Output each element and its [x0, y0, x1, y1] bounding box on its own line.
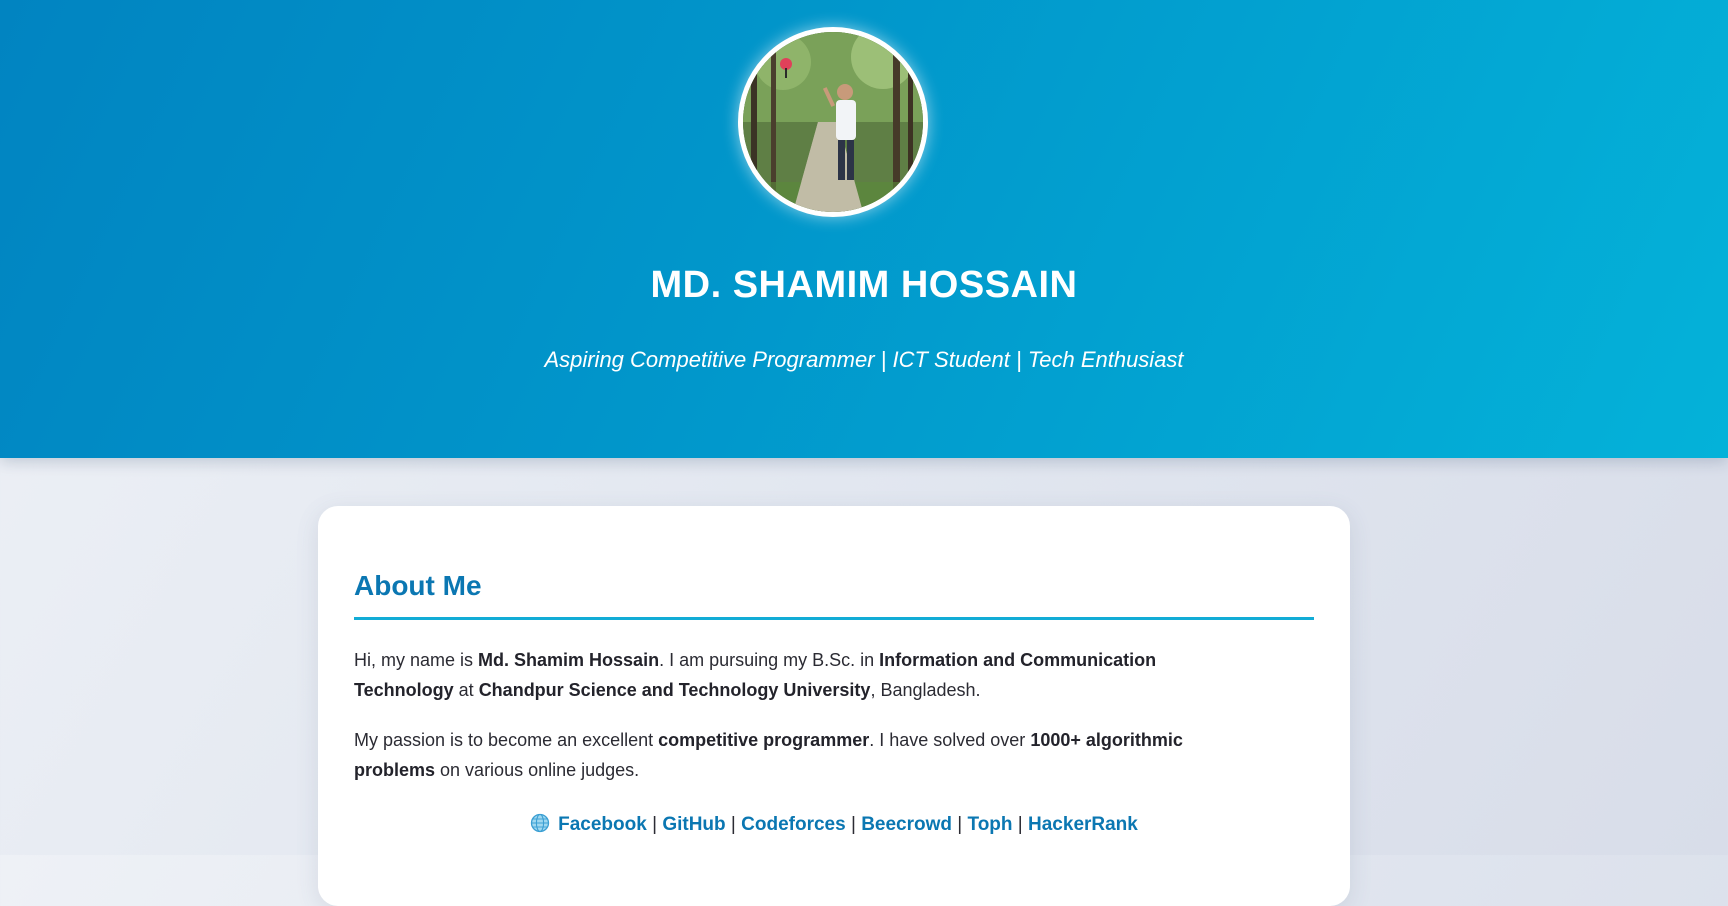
globe-icon: [530, 813, 550, 841]
link-codeforces[interactable]: Codeforces: [741, 814, 846, 835]
link-toph[interactable]: Toph: [968, 814, 1013, 835]
about-paragraph-passion: My passion is to become an excellent com…: [354, 730, 1183, 780]
link-github[interactable]: GitHub: [662, 814, 725, 835]
bold-goal: competitive programmer: [658, 730, 870, 750]
link-hackerrank[interactable]: HackerRank: [1028, 814, 1138, 835]
link-facebook[interactable]: Facebook: [558, 814, 647, 835]
link-beecrowd[interactable]: Beecrowd: [861, 814, 952, 835]
bold-university: Chandpur Science and Technology Universi…: [478, 680, 871, 700]
about-paragraph-intro: Hi, my name is Md. Shamim Hossain. I am …: [354, 650, 1157, 700]
about-card: About Me Hi, my name is Md. Shamim Hossa…: [318, 506, 1350, 906]
social-links: Facebook | GitHub | Codeforces | Beecrow…: [354, 812, 1314, 841]
profile-tagline: Aspiring Competitive Programmer | ICT St…: [544, 347, 1184, 372]
bold-name: Md. Shamim Hossain: [478, 650, 660, 670]
profile-photo: [743, 32, 923, 212]
profile-avatar: [738, 27, 928, 217]
section-title-about: About Me: [354, 570, 482, 601]
profile-name: MD. SHAMIM HOSSAIN: [650, 264, 1078, 306]
hero-header: MD. SHAMIM HOSSAIN Aspiring Competitive …: [0, 0, 1728, 458]
title-underline: [354, 617, 1314, 620]
